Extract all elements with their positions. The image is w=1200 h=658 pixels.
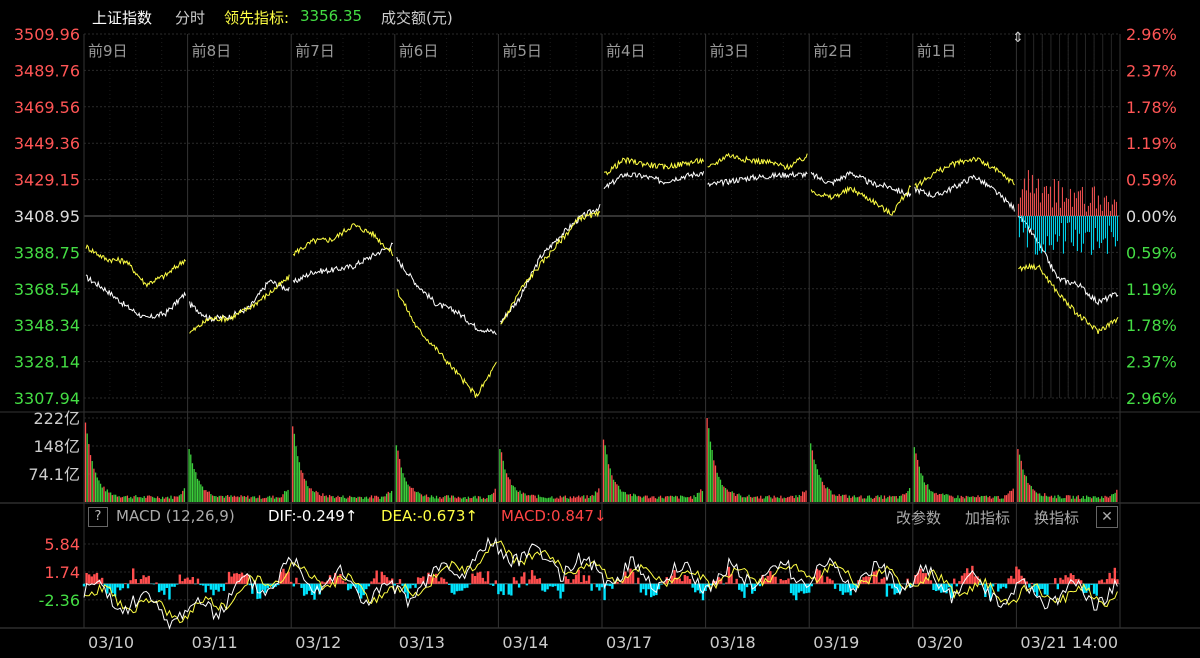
date-label: 03/13 xyxy=(399,633,445,652)
price-tick-label: 3509.96 xyxy=(14,25,80,44)
price-line-segment xyxy=(292,223,394,257)
volume-tick-label: 222亿 xyxy=(33,409,80,428)
percent-tick-label: 2.37% xyxy=(1126,353,1177,372)
macd-dif: DIF:-0.249↑ xyxy=(268,507,358,525)
price-line-segment xyxy=(914,156,1015,191)
day-label: 前5日 xyxy=(502,42,542,60)
macd-tick-label: 1.74 xyxy=(44,563,80,582)
percent-tick-label: 2.37% xyxy=(1126,61,1177,80)
time-label: 14:00 xyxy=(1072,633,1118,652)
price-tick-label: 3368.54 xyxy=(14,280,80,299)
price-line-segment xyxy=(396,256,497,335)
date-label: 03/17 xyxy=(606,633,652,652)
price-tick-label: 3307.94 xyxy=(14,389,80,408)
percent-tick-label: 1.78% xyxy=(1126,316,1177,335)
price-tick-label: 3348.34 xyxy=(14,316,80,335)
date-label: 03/10 xyxy=(88,633,134,652)
price-line-segment xyxy=(810,170,912,198)
price-tick-label: 3469.56 xyxy=(14,98,80,117)
volume-tick-label: 74.1亿 xyxy=(28,465,80,484)
date-label: 03/20 xyxy=(917,633,963,652)
day-label: 前2日 xyxy=(813,42,853,60)
resize-icon: ⇕ xyxy=(1012,30,1024,46)
day-label: 前9日 xyxy=(88,42,128,60)
macd-legend: MACD (12,26,9) DIF:-0.249↑ DEA:-0.673↑ M… xyxy=(84,505,1120,527)
percent-tick-label: 0.59% xyxy=(1126,243,1177,262)
percent-tick-label: 2.96% xyxy=(1126,389,1177,408)
macd-title[interactable]: MACD (12,26,9) xyxy=(116,507,235,525)
macd-dea: DEA:-0.673↑ xyxy=(381,507,479,525)
switch-indicator-button[interactable]: 换指标 xyxy=(1034,507,1079,528)
price-tick-label: 3388.75 xyxy=(14,243,80,262)
percent-tick-label: 0.59% xyxy=(1126,171,1177,190)
percent-tick-label: 0.00% xyxy=(1126,207,1177,226)
day-label: 前1日 xyxy=(917,42,957,60)
percent-tick-label: 1.19% xyxy=(1126,134,1177,153)
price-tick-label: 3328.14 xyxy=(14,353,80,372)
date-label: 03/21 xyxy=(1020,633,1066,652)
date-label: 03/11 xyxy=(192,633,238,652)
price-line-segment xyxy=(499,203,601,324)
macd-value: MACD:0.847↓ xyxy=(501,507,607,525)
day-label: 前6日 xyxy=(399,42,439,60)
date-label: 03/18 xyxy=(710,633,756,652)
day-label: 前7日 xyxy=(295,42,335,60)
date-label: 03/19 xyxy=(813,633,859,652)
price-line-segment xyxy=(85,274,187,319)
percent-tick-label: 1.19% xyxy=(1126,280,1177,299)
intraday-chart[interactable]: 3509.96 2.96% 3489.76 2.37% 3469.56 1.78% 3449… xyxy=(0,0,1200,658)
volume-tick-label: 148亿 xyxy=(33,437,80,456)
price-line-segment xyxy=(85,244,186,288)
price-line-segment xyxy=(189,274,290,334)
close-icon[interactable]: ✕ xyxy=(1096,506,1118,528)
day-label: 前3日 xyxy=(710,42,750,60)
price-tick-label: 3408.95 xyxy=(14,207,80,226)
date-label: 03/14 xyxy=(502,633,548,652)
macd-tick-label: -2.36 xyxy=(39,591,80,610)
percent-tick-label: 1.78% xyxy=(1126,98,1177,117)
add-indicator-button[interactable]: 加指标 xyxy=(965,507,1010,528)
date-label: 03/12 xyxy=(295,633,341,652)
price-tick-label: 3429.15 xyxy=(14,171,80,190)
price-tick-label: 3489.76 xyxy=(14,61,80,80)
day-label: 前4日 xyxy=(606,42,646,60)
change-params-button[interactable]: 改参数 xyxy=(896,507,941,528)
day-label: 前8日 xyxy=(192,42,232,60)
macd-tick-label: 5.84 xyxy=(44,535,80,554)
percent-tick-label: 2.96% xyxy=(1126,25,1177,44)
price-tick-label: 3449.36 xyxy=(14,134,80,153)
